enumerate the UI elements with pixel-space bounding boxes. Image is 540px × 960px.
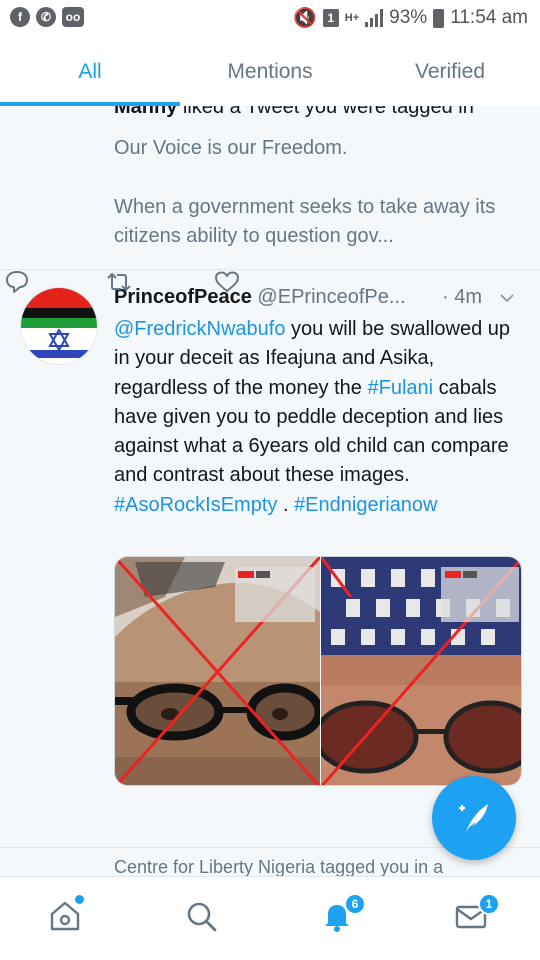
network-type: H+ — [344, 12, 360, 24]
avatar-flag-green — [21, 318, 97, 328]
hashtag-endnigerianow[interactable]: #Endnigerianow — [294, 494, 437, 516]
status-bar-system: 🔇 1 H+ 93% 11:54 am — [293, 6, 528, 30]
messages-badge: 1 — [478, 893, 500, 915]
tab-verified[interactable]: Verified — [360, 60, 540, 84]
star-of-david-icon — [48, 329, 70, 351]
retweet-icon[interactable] — [106, 269, 132, 295]
notifications-feed[interactable]: Manny liked a Tweet you were tagged in O… — [0, 106, 540, 876]
tweet-text-part3: . — [277, 493, 295, 516]
whatsapp-icon: ✆ — [36, 7, 56, 27]
tab-mentions[interactable]: Mentions — [180, 60, 360, 84]
new-tweets-dot — [75, 895, 84, 904]
reply-icon[interactable] — [4, 269, 30, 295]
media-photo-left[interactable] — [115, 557, 320, 785]
mute-icon: 🔇 — [293, 8, 317, 29]
sim-slot-icon: 1 — [322, 9, 339, 27]
liker-name[interactable]: Manny — [114, 106, 177, 118]
notifications-tabs: All Mentions Verified — [0, 36, 540, 106]
tweet-timestamp: · 4m — [442, 286, 482, 308]
signal-icon — [365, 9, 384, 27]
liked-tweet-line1: Our Voice is our Freedom. — [114, 137, 348, 159]
chevron-down-icon[interactable] — [499, 290, 515, 306]
avatar-flag-blue — [21, 350, 97, 358]
liked-notification[interactable]: Manny liked a Tweet you were tagged in O… — [0, 106, 540, 269]
tweet-card[interactable]: PrinceofPeace @EPrinceofPe... · 4m @Fred… — [0, 269, 540, 849]
avatar[interactable] — [20, 287, 98, 365]
tweet-text: @FredrickNwabufo you will be swallowed u… — [114, 315, 526, 520]
liked-header: Manny liked a Tweet you were tagged in — [114, 106, 474, 119]
liked-action-text: liked a Tweet you were tagged in — [177, 106, 474, 118]
tagged-notification-preview[interactable]: Centre for Liberty Nigeria tagged you in… — [114, 857, 443, 876]
tab-all[interactable]: All — [0, 60, 180, 84]
media-photo-right[interactable] — [321, 557, 521, 785]
search-icon[interactable] — [184, 899, 218, 933]
hashtag-asorockisempty[interactable]: #AsoRockIsEmpty — [114, 494, 277, 516]
liked-tweet-line2: When a government seeks to take away its… — [114, 196, 496, 247]
status-bar-notifications: f ✆ oo — [10, 7, 84, 27]
heart-icon[interactable] — [214, 269, 240, 295]
photo-left-image — [115, 557, 320, 785]
battery-icon — [433, 8, 445, 28]
status-bar: f ✆ oo 🔇 1 H+ 93% 11:54 am — [0, 0, 540, 36]
avatar-flag-black — [21, 308, 97, 318]
facebook-icon: f — [10, 7, 30, 27]
home-icon[interactable] — [48, 899, 82, 933]
photo-right-image — [321, 557, 521, 785]
author-handle[interactable]: @EPrinceofPe... — [257, 286, 405, 308]
battery-percent: 93% — [389, 7, 428, 28]
voicemail-icon: oo — [62, 7, 84, 27]
hashtag-fulani[interactable]: #Fulani — [367, 377, 433, 399]
avatar-flag-red — [21, 288, 97, 308]
compose-tweet-button[interactable] — [432, 776, 516, 860]
tweet-media[interactable] — [114, 556, 522, 786]
clock: 11:54 am — [450, 7, 528, 28]
liked-tweet-preview: Our Voice is our Freedom. When a governm… — [114, 134, 524, 251]
compose-feather-icon — [458, 804, 488, 832]
tweet-header: PrinceofPeace @EPrinceofPe... — [114, 286, 406, 309]
notifications-badge: 6 — [344, 893, 366, 915]
bottom-navigation: 6 1 — [0, 876, 540, 960]
mention-link[interactable]: @FredrickNwabufo — [114, 318, 285, 340]
